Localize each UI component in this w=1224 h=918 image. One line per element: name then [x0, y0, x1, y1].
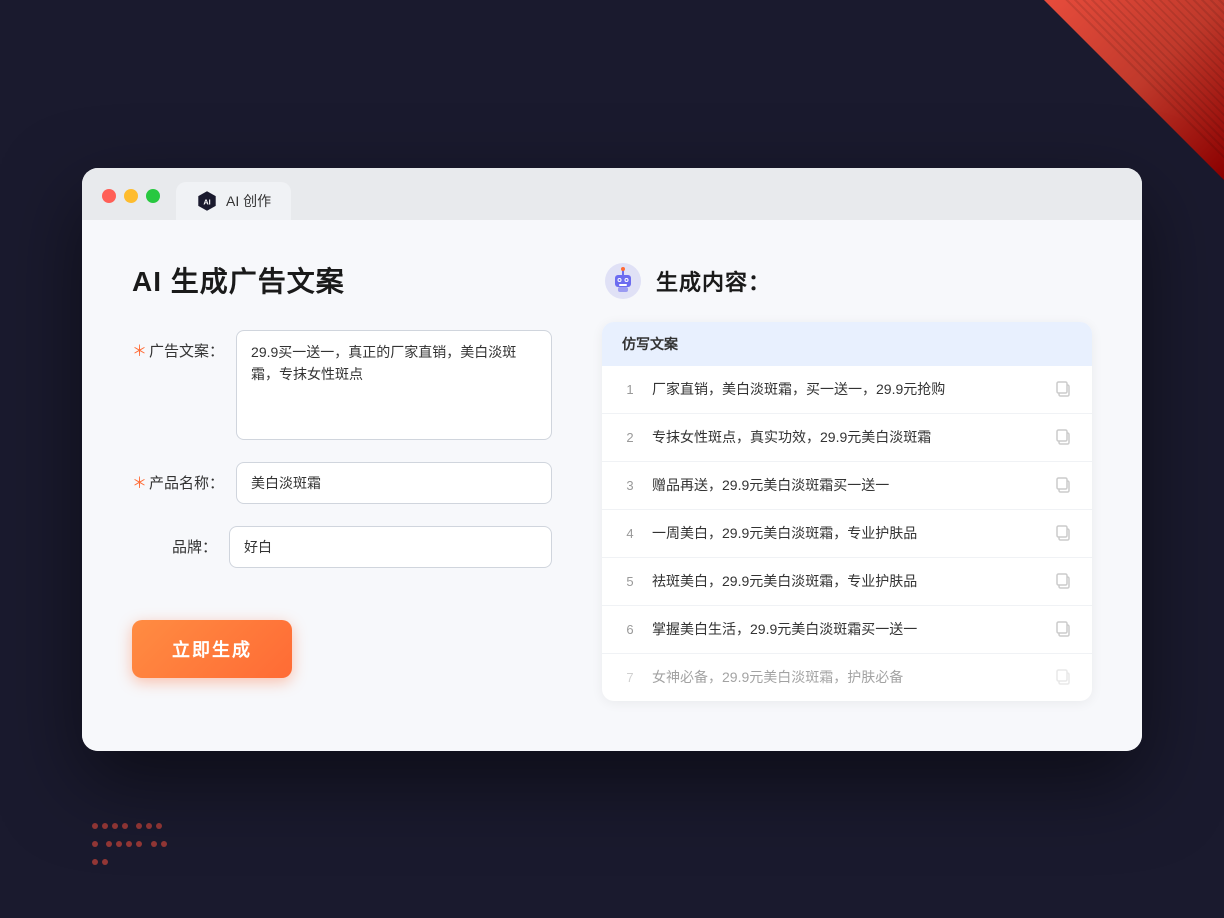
result-text: 祛斑美白，29.9元美白淡斑霜，专业护肤品: [652, 571, 1040, 592]
result-item: 7 女神必备，29.9元美白淡斑霜，护肤必备: [602, 654, 1092, 701]
copy-icon[interactable]: [1054, 380, 1072, 398]
product-name-label: ＊产品名称：: [132, 462, 224, 493]
robot-icon: [602, 260, 644, 302]
bg-decoration-dots: [90, 818, 170, 878]
result-item: 3 赠品再送，29.9元美白淡斑霜买一送一: [602, 462, 1092, 510]
bg-decoration-noise: [1064, 0, 1224, 160]
ai-tab-icon: AI: [196, 190, 218, 212]
result-text: 女神必备，29.9元美白淡斑霜，护肤必备: [652, 667, 1040, 688]
result-item: 4 一周美白，29.9元美白淡斑霜，专业护肤品: [602, 510, 1092, 558]
product-name-group: ＊产品名称：: [132, 462, 552, 504]
traffic-light-maximize[interactable]: [146, 189, 160, 203]
result-text: 掌握美白生活，29.9元美白淡斑霜买一送一: [652, 619, 1040, 640]
copy-icon[interactable]: [1054, 668, 1072, 686]
ad-copy-label: ＊广告文案：: [132, 330, 224, 361]
required-star-ad: ＊: [132, 343, 147, 360]
traffic-light-close[interactable]: [102, 189, 116, 203]
ad-copy-input[interactable]: [236, 330, 552, 440]
page-title: AI 生成广告文案: [132, 260, 552, 300]
brand-group: 品牌：: [132, 526, 552, 568]
result-number: 2: [622, 430, 638, 445]
result-number: 6: [622, 622, 638, 637]
result-header: 生成内容：: [602, 260, 1092, 302]
result-item: 1 厂家直销，美白淡斑霜，买一送一，29.9元抢购: [602, 366, 1092, 414]
tab-label: AI 创作: [226, 191, 271, 211]
result-title: 生成内容：: [656, 265, 771, 297]
svg-text:AI: AI: [203, 197, 210, 206]
required-star-product: ＊: [132, 475, 147, 492]
result-text: 厂家直销，美白淡斑霜，买一送一，29.9元抢购: [652, 379, 1040, 400]
copy-icon[interactable]: [1054, 620, 1072, 638]
browser-window: AI AI 创作 AI 生成广告文案 ＊广告文案： ＊产品名称：: [82, 168, 1142, 751]
result-number: 7: [622, 670, 638, 685]
traffic-lights: [102, 189, 160, 203]
result-item: 5 祛斑美白，29.9元美白淡斑霜，专业护肤品: [602, 558, 1092, 606]
result-text: 赠品再送，29.9元美白淡斑霜买一送一: [652, 475, 1040, 496]
result-number: 5: [622, 574, 638, 589]
product-name-input[interactable]: [236, 462, 552, 504]
brand-input[interactable]: [229, 526, 552, 568]
result-item: 2 专抹女性斑点，真实功效，29.9元美白淡斑霜: [602, 414, 1092, 462]
right-panel: 生成内容： 仿写文案 1 厂家直销，美白淡斑霜，买一送一，29.9元抢购 2 专…: [602, 260, 1092, 701]
results-table-header: 仿写文案: [602, 322, 1092, 366]
copy-icon[interactable]: [1054, 572, 1072, 590]
copy-icon[interactable]: [1054, 524, 1072, 542]
browser-chrome: AI AI 创作: [82, 168, 1142, 220]
result-text: 一周美白，29.9元美白淡斑霜，专业护肤品: [652, 523, 1040, 544]
left-panel: AI 生成广告文案 ＊广告文案： ＊产品名称： 品牌： 立: [132, 260, 552, 701]
content-area: AI 生成广告文案 ＊广告文案： ＊产品名称： 品牌： 立: [82, 220, 1142, 751]
result-text: 专抹女性斑点，真实功效，29.9元美白淡斑霜: [652, 427, 1040, 448]
result-number: 1: [622, 382, 638, 397]
copy-icon[interactable]: [1054, 476, 1072, 494]
result-number: 3: [622, 478, 638, 493]
copy-icon[interactable]: [1054, 428, 1072, 446]
results-container: 仿写文案 1 厂家直销，美白淡斑霜，买一送一，29.9元抢购 2 专抹女性斑点，…: [602, 322, 1092, 701]
brand-label: 品牌：: [132, 526, 217, 557]
result-number: 4: [622, 526, 638, 541]
generate-button[interactable]: 立即生成: [132, 620, 292, 678]
browser-tab[interactable]: AI AI 创作: [176, 182, 291, 220]
result-item: 6 掌握美白生活，29.9元美白淡斑霜买一送一: [602, 606, 1092, 654]
ad-copy-group: ＊广告文案：: [132, 330, 552, 440]
traffic-light-minimize[interactable]: [124, 189, 138, 203]
results-list: 1 厂家直销，美白淡斑霜，买一送一，29.9元抢购 2 专抹女性斑点，真实功效，…: [602, 366, 1092, 701]
